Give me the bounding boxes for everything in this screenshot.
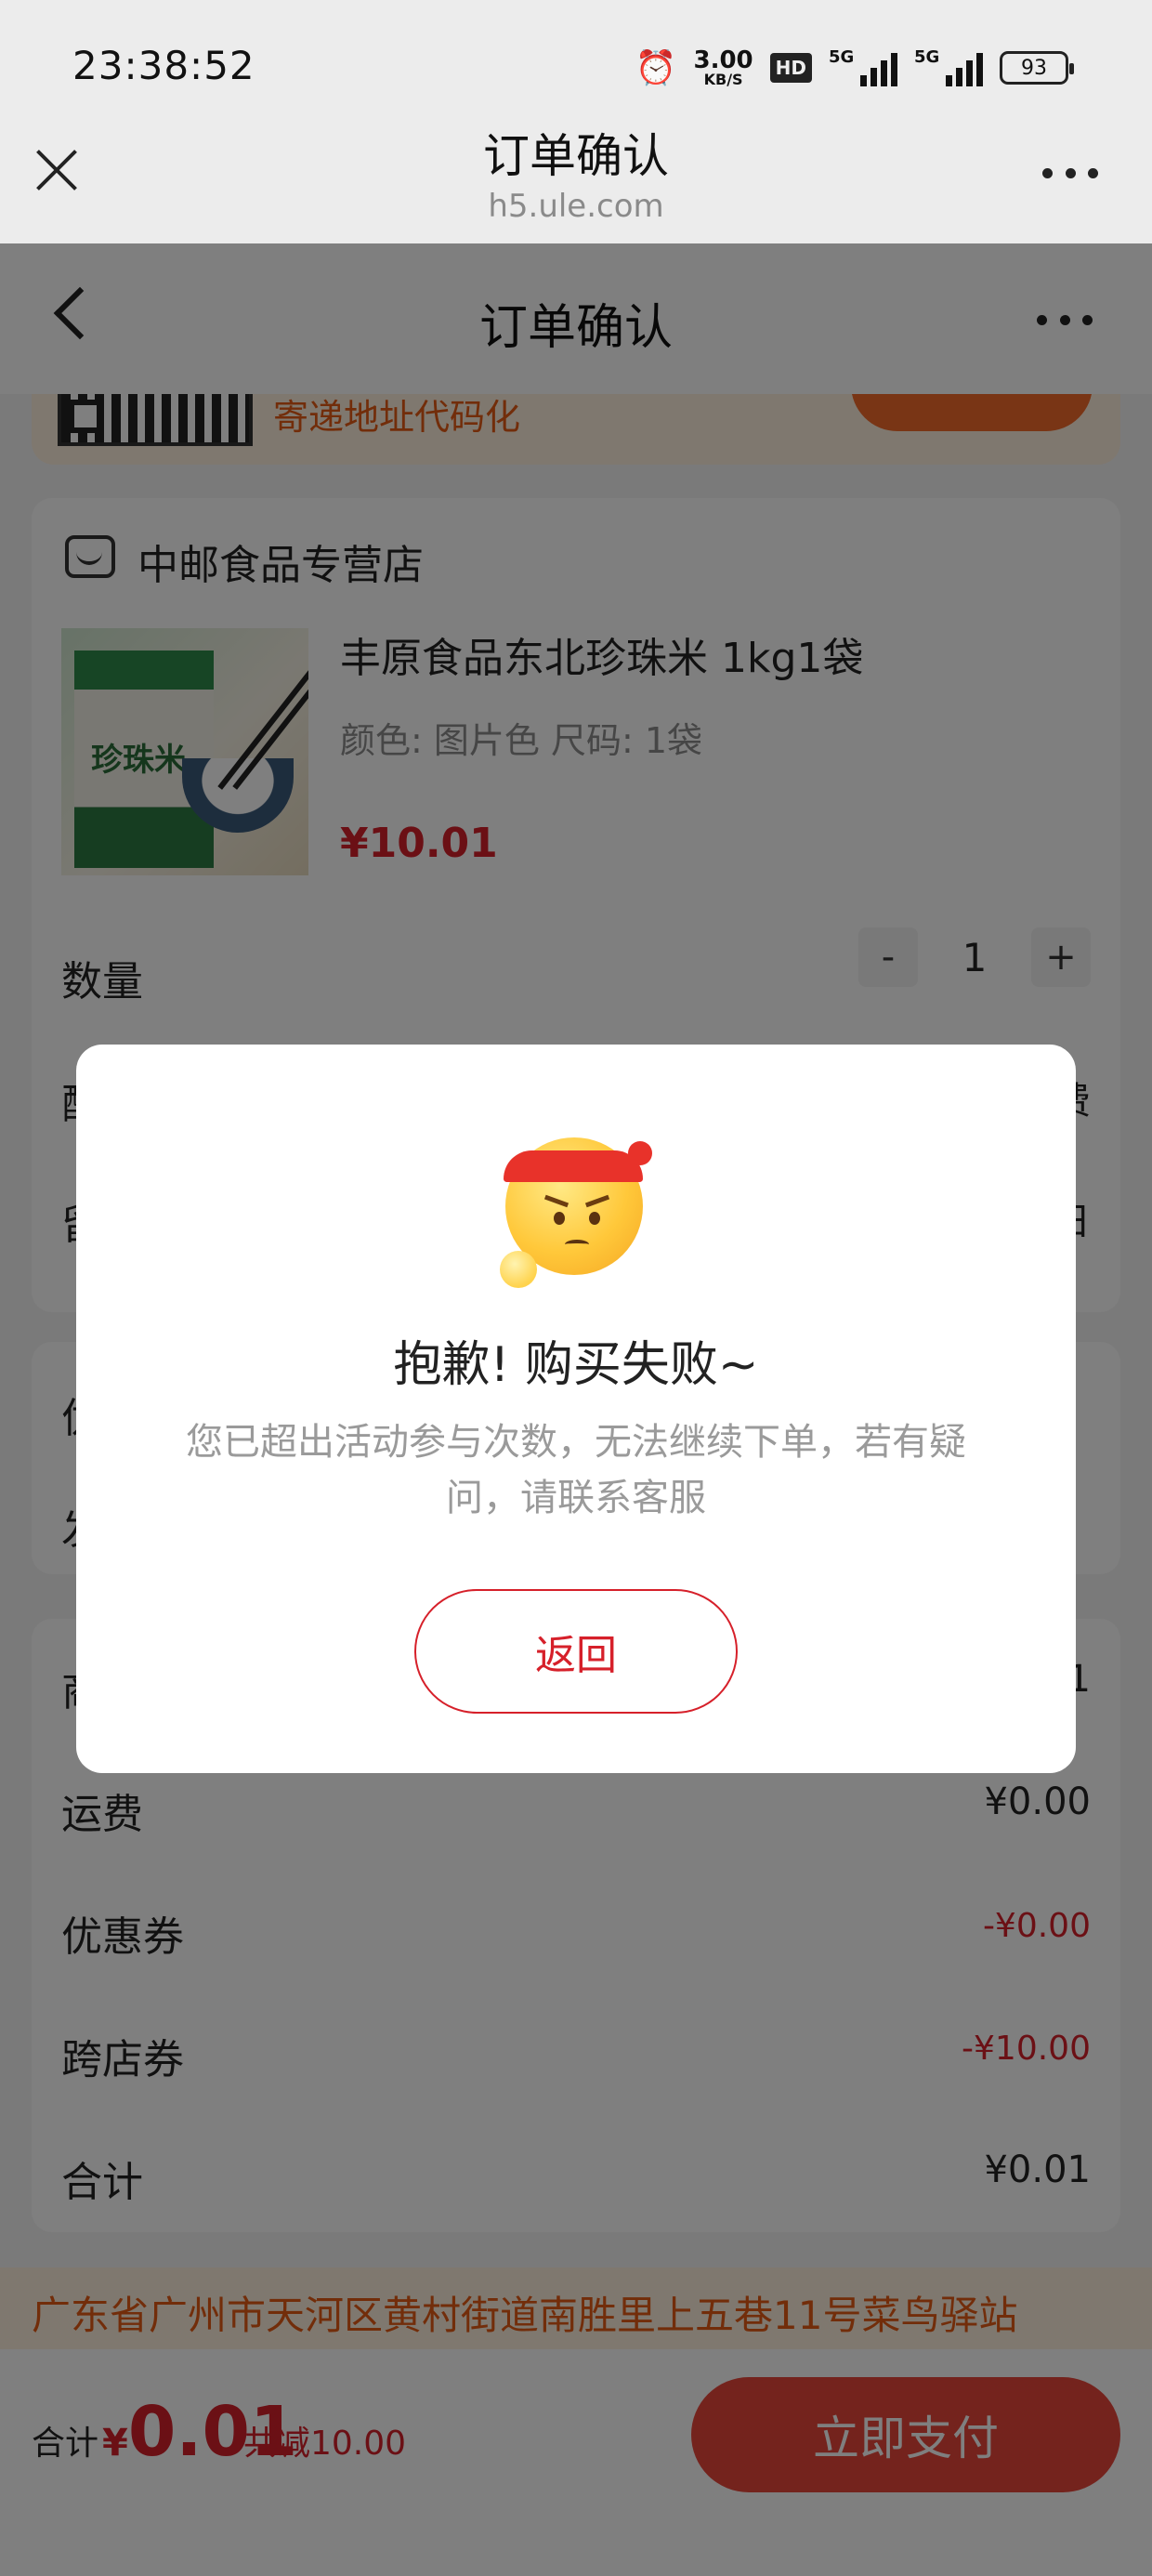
purchase-failed-dialog: 抱歉! 购买失败~ 您已超出活动参与次数，无法继续下单，若有疑问，请联系客服 返… (76, 1045, 1076, 1773)
status-time: 23:38:52 (72, 43, 255, 88)
return-button[interactable]: 返回 (414, 1589, 738, 1714)
battery-icon: 93 (1000, 51, 1074, 85)
signal-label: 5G (829, 47, 855, 67)
angry-emoji-icon (500, 1123, 652, 1288)
status-bar: 23:38:52 ⏰ 3.00 KB/S HD 5G 5G 93 (0, 0, 1152, 130)
dialog-message: 您已超出活动参与次数，无法继续下单，若有疑问，请联系客服 (186, 1421, 966, 1519)
network-speed: 3.00 KB/S (694, 48, 753, 87)
signal-icon-2: 5G (914, 47, 983, 86)
browser-url: h5.ule.com (488, 188, 664, 225)
signal-icon: 5G (829, 47, 897, 86)
screen: 23:38:52 ⏰ 3.00 KB/S HD 5G 5G 93 订单确认 h5… (0, 0, 1152, 2576)
dialog-title: 抱歉! 购买失败~ (393, 1337, 759, 1393)
signal-label-2: 5G (914, 47, 940, 67)
status-icons: ⏰ 3.00 KB/S HD 5G 5G 93 (635, 45, 1074, 91)
browser-title: 订单确认 (483, 129, 669, 183)
alarm-icon: ⏰ (635, 49, 677, 87)
browser-header: 订单确认 h5.ule.com (0, 129, 1152, 243)
browser-more-icon[interactable] (1042, 164, 1098, 182)
hd-icon: HD (769, 53, 812, 83)
network-speed-unit: KB/S (703, 71, 743, 88)
network-speed-value: 3.00 (693, 46, 753, 74)
